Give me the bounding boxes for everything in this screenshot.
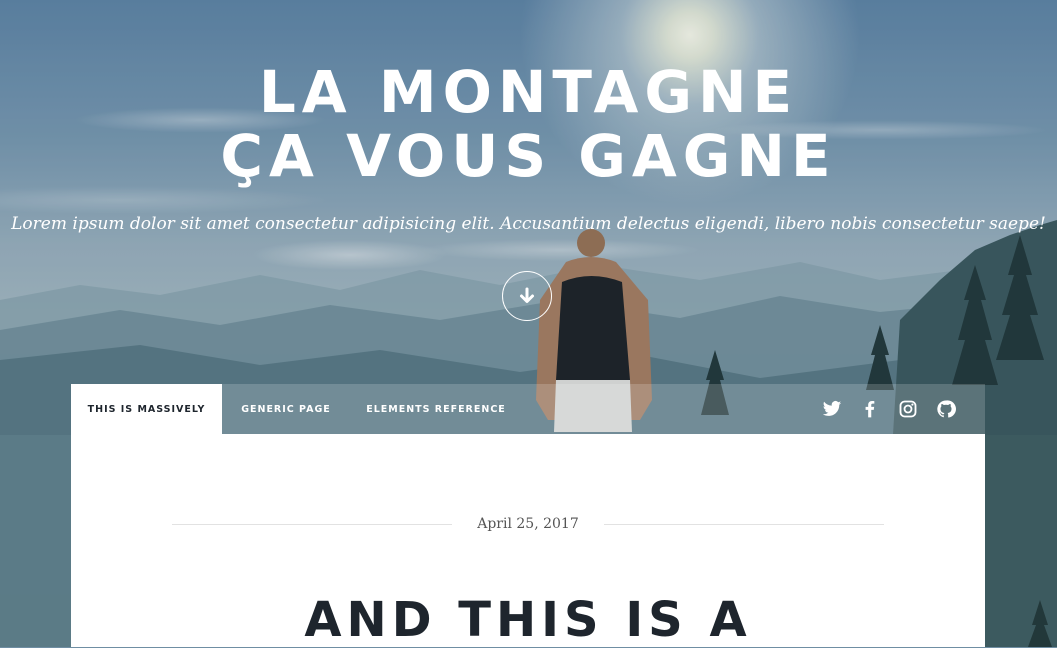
facebook-icon[interactable] — [860, 399, 880, 419]
scroll-down-button[interactable] — [502, 271, 552, 321]
nav-item-label: ELEMENTS REFERENCE — [366, 403, 506, 415]
post-title[interactable]: AND THIS IS A — [71, 592, 985, 648]
nav-item-label: THIS IS MASSIVELY — [87, 403, 206, 415]
nav-item-elements-reference[interactable]: ELEMENTS REFERENCE — [350, 384, 522, 434]
instagram-icon[interactable] — [898, 399, 918, 419]
main-nav: THIS IS MASSIVELY GENERIC PAGE ELEMENTS … — [71, 384, 985, 434]
hero-subtitle: Lorem ipsum dolor sit amet consectetur a… — [11, 214, 1046, 234]
nav-item-this-is-massively[interactable]: THIS IS MASSIVELY — [71, 384, 222, 434]
post-date: April 25, 2017 — [477, 516, 579, 532]
github-icon[interactable] — [936, 399, 956, 419]
content-panel: April 25, 2017 AND THIS IS A — [71, 434, 985, 648]
hero-title-line2: ÇA VOUS GAGNE — [220, 122, 837, 190]
arrow-down-icon — [520, 287, 534, 303]
nav-item-generic-page[interactable]: GENERIC PAGE — [222, 384, 350, 434]
twitter-icon[interactable] — [822, 399, 842, 419]
hero-title-line1: LA MONTAGNE — [258, 58, 799, 126]
nav-item-label: GENERIC PAGE — [241, 403, 331, 415]
